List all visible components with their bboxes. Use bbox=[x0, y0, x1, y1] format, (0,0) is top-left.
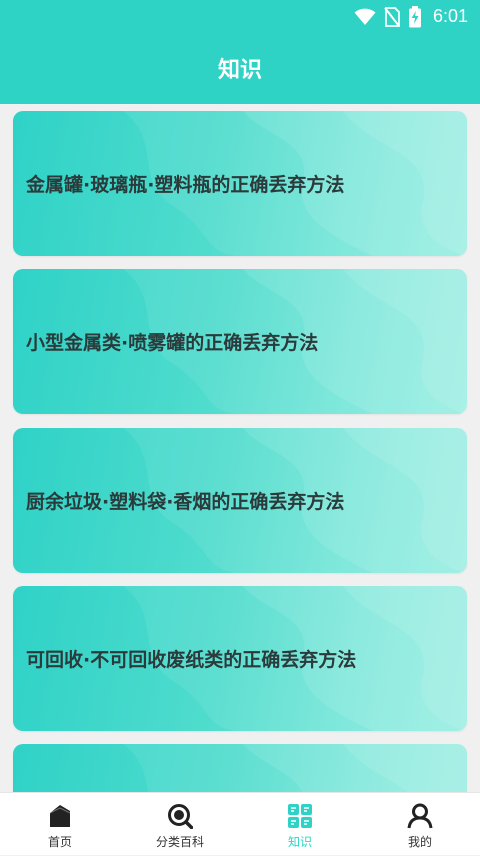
status-bar: 6:01 bbox=[0, 0, 480, 34]
card-title: 厨余垃圾·塑料袋·香烟的正确丢弃方法 bbox=[26, 491, 345, 513]
status-icons bbox=[354, 6, 422, 28]
tab-mine[interactable]: 我的 bbox=[360, 793, 480, 856]
tab-label: 分类百科 bbox=[155, 835, 204, 849]
knowledge-grid-icon bbox=[288, 804, 312, 828]
search-icon bbox=[168, 804, 193, 829]
person-icon bbox=[407, 803, 433, 829]
knowledge-card[interactable]: 可回收·不可回收废纸类的正确丢弃方法 bbox=[13, 586, 467, 731]
battery-charging-icon bbox=[409, 6, 421, 28]
knowledge-card[interactable] bbox=[13, 744, 467, 792]
card-title: 金属罐·玻璃瓶·塑料瓶的正确丢弃方法 bbox=[26, 174, 345, 196]
status-time: 6:01 bbox=[432, 6, 468, 26]
knowledge-card[interactable]: 金属罐·玻璃瓶·塑料瓶的正确丢弃方法 bbox=[13, 111, 467, 256]
bottom-tab-bar: 首页 分类百科 知识 我的 bbox=[0, 792, 480, 855]
tab-label: 知识 bbox=[287, 835, 312, 849]
card-title bbox=[26, 744, 456, 792]
tab-knowledge[interactable]: 知识 bbox=[240, 793, 360, 856]
tab-category-encyclopedia[interactable]: 分类百科 bbox=[120, 793, 240, 856]
no-sim-icon bbox=[384, 7, 400, 27]
tab-label: 首页 bbox=[47, 835, 72, 849]
card-title: 小型金属类·喷雾罐的正确丢弃方法 bbox=[26, 332, 319, 354]
wifi-icon bbox=[354, 8, 376, 25]
knowledge-card[interactable]: 小型金属类·喷雾罐的正确丢弃方法 bbox=[13, 269, 467, 414]
tab-label: 我的 bbox=[407, 835, 432, 849]
page-title: 知识 bbox=[217, 58, 262, 83]
home-icon bbox=[49, 805, 71, 827]
tab-home[interactable]: 首页 bbox=[0, 793, 120, 856]
knowledge-card[interactable]: 厨余垃圾·塑料袋·香烟的正确丢弃方法 bbox=[13, 428, 467, 573]
card-title: 可回收·不可回收废纸类的正确丢弃方法 bbox=[26, 649, 357, 671]
knowledge-list[interactable]: 金属罐·玻璃瓶·塑料瓶的正确丢弃方法 小型金属类·喷雾罐的正确丢弃方法 厨余垃圾… bbox=[0, 104, 480, 792]
app-header: 6:01 知识 bbox=[0, 0, 480, 104]
